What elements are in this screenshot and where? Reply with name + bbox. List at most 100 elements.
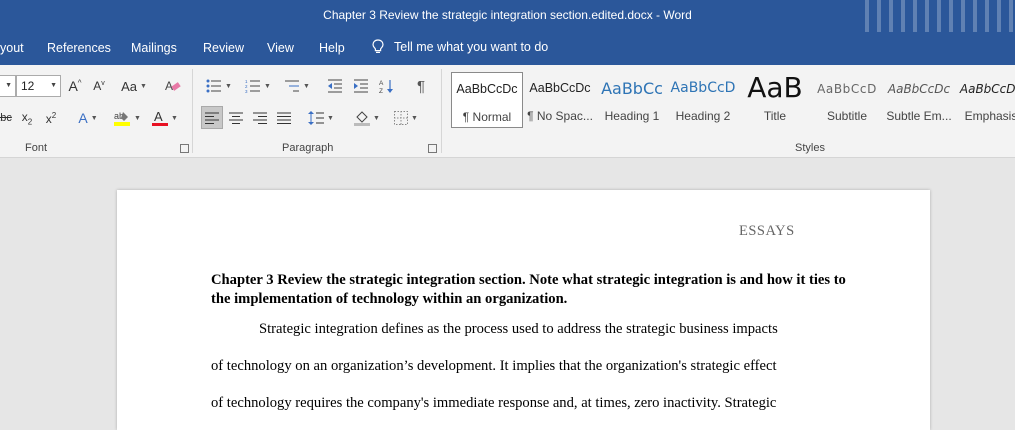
font-size-combo[interactable]: 12 ▼	[16, 75, 61, 97]
style-name: ¶ No Spac...	[527, 109, 593, 123]
chevron-down-icon: ▼	[411, 114, 418, 122]
line-spacing-icon	[308, 111, 325, 125]
style-preview: AaBbCcDc	[456, 82, 518, 96]
subscript-button[interactable]: x2	[18, 107, 36, 129]
bullets-button[interactable]: ▼	[202, 75, 236, 97]
align-center-icon	[229, 112, 243, 124]
document-page[interactable]: ESSAYS Chapter 3 Review the strategic in…	[117, 190, 930, 430]
style-title[interactable]: AaB Title	[739, 72, 811, 128]
align-left-button[interactable]	[201, 106, 223, 129]
style-name: Subtle Em...	[886, 109, 952, 123]
tab-mailings[interactable]: Mailings	[131, 41, 177, 55]
chevron-down-icon: ▼	[139, 82, 147, 90]
style-emphasis[interactable]: AaBbCcDc Emphasis	[955, 72, 1015, 128]
line-spacing-button[interactable]: ▼	[305, 107, 337, 129]
font-dialog-launcher[interactable]	[180, 144, 189, 153]
svg-text:A: A	[154, 109, 163, 124]
style-name: Title	[763, 109, 787, 123]
sort-button[interactable]: AZ	[376, 75, 398, 97]
tab-review[interactable]: Review	[203, 41, 244, 55]
styles-group-label: Styles	[795, 142, 825, 154]
font-color-button[interactable]: A ▼	[148, 107, 182, 129]
highlight-color-button[interactable]: ab ▼	[110, 107, 144, 129]
paragraph-group-label: Paragraph	[282, 142, 334, 154]
increase-indent-button[interactable]	[350, 75, 372, 97]
chevron-down-icon: ▼	[5, 82, 12, 89]
borders-icon	[394, 111, 409, 125]
chevron-down-icon: ▼	[327, 114, 334, 122]
borders-button[interactable]: ▼	[389, 107, 423, 129]
bullets-icon	[206, 79, 222, 93]
style-name: Heading 2	[675, 109, 731, 123]
style-heading-2[interactable]: AaBbCcD Heading 2	[667, 72, 739, 128]
window-title: Chapter 3 Review the strategic integrati…	[323, 8, 692, 22]
style-normal[interactable]: AaBbCcDc ¶ Normal	[451, 72, 523, 128]
style-name: Subtitle	[826, 109, 868, 123]
style-preview: AaBbCcDc	[959, 82, 1015, 96]
style-name: Emphasis	[964, 109, 1015, 123]
style-preview: AaB	[747, 72, 803, 104]
style-subtle-emphasis[interactable]: AaBbCcDc Subtle Em...	[883, 72, 955, 128]
style-subtitle[interactable]: AaBbCcD Subtitle	[811, 72, 883, 128]
change-case-icon: Aa	[121, 78, 137, 94]
group-divider	[192, 69, 193, 153]
style-preview: AaBbCcD	[817, 82, 877, 96]
superscript-button[interactable]: x2	[42, 107, 60, 129]
paint-bucket-icon	[354, 111, 371, 126]
style-preview: AaBbCcDc	[887, 82, 951, 96]
paragraph-dialog-launcher[interactable]	[428, 144, 437, 153]
justify-button[interactable]	[274, 107, 294, 129]
tab-layout[interactable]: yout	[0, 41, 24, 55]
body-text-line: Strategic integration defines as the pro…	[259, 321, 778, 337]
decrease-indent-button[interactable]	[324, 75, 346, 97]
text-effects-button[interactable]: A ▼	[73, 107, 103, 129]
shrink-font-button[interactable]: Av	[90, 75, 108, 97]
tab-help[interactable]: Help	[319, 41, 345, 55]
style-heading-1[interactable]: AaBbCc Heading 1	[596, 72, 668, 128]
show-formatting-marks-button[interactable]: ¶	[411, 75, 431, 97]
style-no-spacing[interactable]: AaBbCcDc ¶ No Spac...	[524, 72, 596, 128]
ribbon-tabs: yout References Mailings Review View Hel…	[0, 32, 1015, 65]
group-divider	[441, 69, 442, 153]
strikethrough-button[interactable]: abc	[0, 107, 12, 129]
font-color-icon: A	[152, 109, 169, 126]
change-case-button[interactable]: Aa ▼	[118, 75, 150, 97]
numbering-button[interactable]: 1 2 3 ▼	[241, 75, 275, 97]
grow-font-icon: A^	[68, 78, 82, 94]
text-effects-icon: A	[78, 110, 88, 126]
align-left-icon	[205, 112, 219, 124]
shrink-font-icon: Av	[93, 79, 105, 93]
numbering-icon: 1 2 3	[245, 79, 261, 93]
align-right-icon	[253, 112, 267, 124]
chevron-down-icon: ▼	[264, 82, 271, 90]
chevron-down-icon: ▼	[303, 82, 310, 90]
style-preview: AaBbCcDc	[529, 81, 591, 95]
style-preview: AaBbCc	[601, 79, 663, 98]
align-right-button[interactable]	[250, 107, 270, 129]
grow-font-button[interactable]: A^	[66, 75, 84, 97]
chevron-down-icon: ▼	[225, 82, 232, 90]
essay-question-heading: Chapter 3 Review the strategic integrati…	[211, 272, 846, 307]
align-center-button[interactable]	[226, 107, 246, 129]
chevron-down-icon: ▼	[171, 114, 178, 122]
multilevel-list-button[interactable]: ▼	[280, 75, 314, 97]
decrease-indent-icon	[328, 79, 342, 93]
body-text-line: of technology requires the company's imm…	[211, 395, 777, 411]
subscript-icon: x2	[21, 109, 33, 127]
tell-me-label: Tell me what you want to do	[394, 40, 549, 54]
tell-me-search[interactable]: Tell me what you want to do	[371, 39, 548, 55]
title-bar-decoration	[865, 0, 1015, 32]
tab-references[interactable]: References	[47, 41, 111, 55]
increase-indent-icon	[354, 79, 368, 93]
style-preview: AaBbCcD	[670, 80, 736, 96]
chevron-down-icon: ▼	[50, 82, 57, 89]
tab-view[interactable]: View	[267, 41, 294, 55]
clear-formatting-button[interactable]: A	[163, 75, 183, 97]
chevron-down-icon: ▼	[134, 114, 141, 122]
chevron-down-icon: ▼	[90, 114, 98, 122]
shading-button[interactable]: ▼	[350, 107, 384, 129]
style-name: Heading 1	[604, 109, 660, 123]
style-name: ¶ Normal	[462, 110, 512, 124]
font-name-combo[interactable]: ▼	[0, 75, 16, 97]
body-text-line: of technology on an organization’s devel…	[211, 358, 777, 374]
